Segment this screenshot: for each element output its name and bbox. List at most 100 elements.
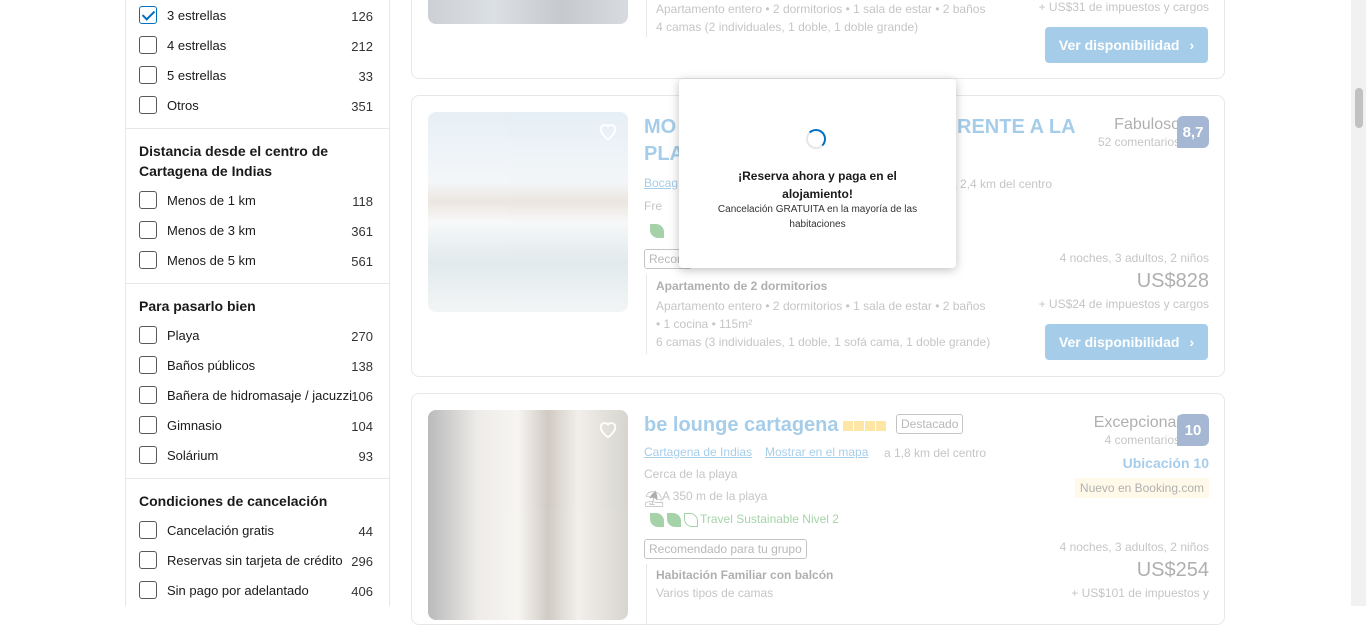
checkbox[interactable] (139, 356, 157, 374)
new-badge: Nuevo en Booking.com (1074, 478, 1209, 498)
filter-group-title: Para pasarlo bien (139, 298, 256, 314)
recommended-tag: Recomendado para tu grupo (644, 539, 807, 559)
button-label: Ver disponibilidad (1058, 334, 1180, 350)
divider (646, 564, 647, 624)
card-content: be lounge cartagena Destacado Cartagena … (412, 394, 1224, 624)
popup-title: ¡Reserva ahora y paga en el alojamiento! (738, 169, 897, 201)
filters-sidebar: 3 estrellas 126 4 estrellas 212 5 estrel… (125, 0, 390, 606)
filter-solarium[interactable]: Solárium 93 (126, 440, 389, 470)
distance-text: a 2,4 km del centro (950, 177, 1053, 191)
filter-distance-1km[interactable]: Menos de 1 km 118 (126, 185, 389, 215)
filter-label: Gimnasio (167, 418, 222, 433)
checkbox[interactable] (139, 66, 157, 84)
filter-public-baths[interactable]: Baños públicos 138 (126, 350, 389, 380)
checkbox[interactable] (139, 581, 157, 599)
checkbox[interactable] (139, 221, 157, 239)
featured-badge: Destacado (896, 414, 964, 434)
scrollbar[interactable] (1351, 0, 1366, 606)
review-score: 10 (1177, 414, 1209, 446)
chevron-right-icon: › (1189, 334, 1195, 350)
property-photo[interactable] (428, 410, 628, 620)
checkbox[interactable] (139, 386, 157, 404)
scrollbar-thumb[interactable] (1355, 88, 1363, 128)
filter-group-title: Condiciones de cancelación (139, 493, 328, 509)
property-photo[interactable] (428, 112, 628, 312)
room-title: Habitación Familiar con balcón (656, 568, 834, 582)
room-beds: 6 camas (3 individuales, 1 doble, 1 sofá… (656, 335, 991, 349)
heart-icon[interactable] (597, 418, 619, 440)
checkbox[interactable] (139, 551, 157, 569)
filter-label: Menos de 3 km (167, 223, 256, 238)
review-score: 8,7 (1177, 116, 1209, 148)
filter-distance-5km[interactable]: Menos de 5 km 561 (126, 245, 389, 275)
divider (126, 128, 389, 129)
checkbox-checked[interactable] (139, 6, 157, 24)
filter-no-prepayment[interactable]: Sin pago por adelantado 406 (126, 575, 389, 605)
filter-label: Playa (167, 328, 200, 343)
filter-count: 561 (351, 254, 373, 269)
filter-label: 5 estrellas (167, 68, 227, 83)
checkbox[interactable] (139, 251, 157, 269)
sustainable-label: Travel Sustainable Nivel 2 (700, 512, 839, 526)
property-title-line2[interactable]: PLA (644, 143, 684, 166)
filter-others[interactable]: Otros 351 (126, 90, 389, 120)
heart-icon[interactable] (597, 120, 619, 142)
filter-3-stars[interactable]: 3 estrellas 126 (126, 0, 389, 30)
rating-word: Excepcional (1093, 414, 1180, 431)
filter-label: Menos de 5 km (167, 253, 256, 268)
loading-spinner-icon (806, 129, 826, 149)
property-photo[interactable] (428, 0, 628, 24)
distance-text: a 1,8 km del centro (884, 446, 987, 460)
show-on-map-link[interactable]: Mostrar en el mapa (765, 445, 868, 459)
property-title-continued[interactable]: RENTE A LA (957, 116, 1076, 139)
checkbox[interactable] (139, 521, 157, 539)
checkbox[interactable] (139, 96, 157, 114)
filter-no-credit-card[interactable]: Reservas sin tarjeta de crédito 296 (126, 545, 389, 575)
filter-distance-3km[interactable]: Menos de 3 km 361 (126, 215, 389, 245)
divider (126, 283, 389, 284)
filter-count: 351 (351, 99, 373, 114)
divider (646, 274, 647, 354)
filter-count: 118 (352, 194, 373, 209)
filter-5-stars[interactable]: 5 estrellas 33 (126, 60, 389, 90)
review-count: 52 comentarios (1097, 135, 1180, 149)
see-availability-button[interactable]: Ver disponibilidad › (1045, 324, 1208, 360)
room-sub: Varios tipos de camas (656, 586, 774, 600)
property-title[interactable]: be lounge cartagena (644, 414, 839, 437)
checkbox[interactable] (139, 36, 157, 54)
filter-count: 270 (351, 329, 373, 344)
filter-jacuzzi[interactable]: Bañera de hidromasaje / jacuzzi 106 (126, 380, 389, 410)
divider (126, 478, 389, 479)
button-label: Ver disponibilidad (1058, 37, 1180, 53)
card-content: Apartamento entero • 2 dormitorios • 1 s… (412, 0, 1224, 78)
filter-count: 406 (351, 584, 373, 599)
rating-word: Fabuloso (1114, 116, 1180, 133)
taxes-text: + US$24 de impuestos y cargos (1038, 297, 1209, 311)
property-title[interactable]: MO (644, 116, 676, 139)
checkbox[interactable] (139, 191, 157, 209)
price: US$828 (1136, 270, 1209, 292)
checkbox[interactable] (139, 326, 157, 344)
chevron-right-icon: › (1189, 37, 1195, 53)
filter-count: 104 (351, 419, 373, 434)
stay-info: 4 noches, 3 adultos, 2 niños (1059, 251, 1209, 265)
see-availability-button[interactable]: Ver disponibilidad › (1045, 27, 1208, 63)
taxes-text: + US$101 de impuestos y (1071, 586, 1209, 600)
filter-count: 44 (358, 524, 373, 539)
filter-beach[interactable]: Playa 270 (126, 320, 389, 350)
beach-icon: ⛱ (644, 491, 665, 508)
filter-4-stars[interactable]: 4 estrellas 212 (126, 30, 389, 60)
checkbox[interactable] (139, 416, 157, 434)
room-details: Apartamento entero • 2 dormitorios • 1 s… (656, 299, 986, 313)
taxes-text: + US$31 de impuestos y cargos (1038, 0, 1209, 14)
checkbox[interactable] (139, 446, 157, 464)
beach-text: Cerca de la playa (644, 467, 738, 481)
location-score: Ubicación 10 (1122, 455, 1209, 471)
location-link[interactable]: Cartagena de Indias (644, 445, 752, 459)
divider (646, 0, 647, 37)
location-link[interactable]: Bocag (644, 176, 678, 190)
filter-free-cancellation[interactable]: Cancelación gratis 44 (126, 515, 389, 545)
filter-count: 212 (351, 39, 373, 54)
filter-gym[interactable]: Gimnasio 104 (126, 410, 389, 440)
room-beds: 4 camas (2 individuales, 1 doble, 1 dobl… (656, 20, 919, 34)
